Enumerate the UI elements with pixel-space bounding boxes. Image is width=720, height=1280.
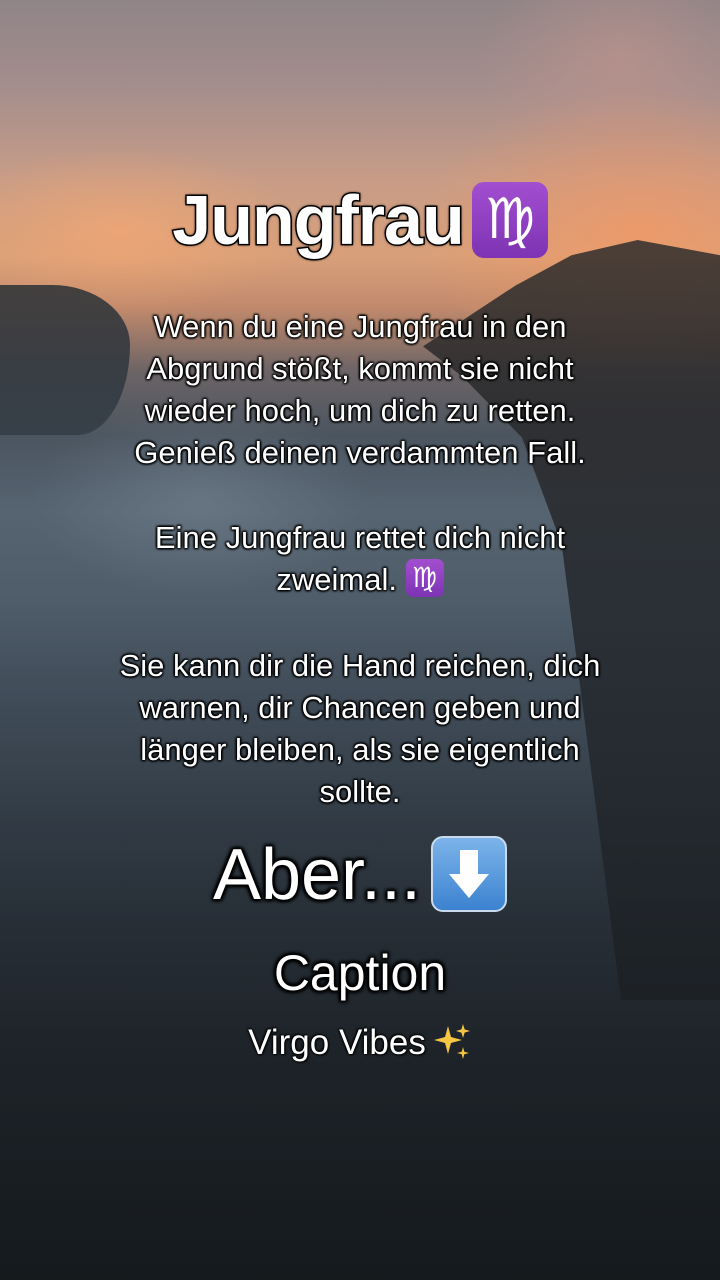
text-line: Abgrund stößt, kommt sie nicht [146,351,574,386]
virgo-zodiac-icon: ♍ [405,558,444,597]
down-arrow-icon [431,835,508,912]
emphasis-line: Aber... [0,830,720,920]
caption-text: Virgo Vibes [248,1023,426,1062]
text-line: zweimal. [276,562,397,597]
emphasis-text: Aber... [212,835,422,915]
text-line: wieder hoch, um dich zu retten. [144,393,576,428]
paragraph-hand-reichen: Sie kann dir die Hand reichen, dich warn… [60,645,660,813]
caption-heading: Caption [273,945,447,1001]
story-text-overlay: Jungfrau ♍ Wenn du eine Jungfrau in den A… [0,0,720,1280]
virgo-zodiac-icon: ♍ [471,181,548,258]
caption-line: Virgo Vibes [0,1018,720,1068]
text-line: sollte. [319,774,401,809]
text-line: Eine Jungfrau rettet dich nicht [154,520,566,555]
text-line: Wenn du eine Jungfrau in den [153,309,567,344]
page-title: Jungfrau ♍ [0,175,720,265]
paragraph-abgrund: Wenn du eine Jungfrau in den Abgrund stö… [60,306,660,474]
sparkles-icon [432,1022,472,1062]
text-line: warnen, dir Chancen geben und [139,690,581,725]
title-text: Jungfrau [171,180,466,261]
text-line-with-icon: zweimal. ♍ [60,558,660,601]
text-line: Sie kann dir die Hand reichen, dich [119,648,601,683]
paragraph-zweimal: Eine Jungfrau rettet dich nicht zweimal.… [60,517,660,601]
text-line: Genieß deinen verdammten Fall. [134,435,586,470]
story-screen: Jungfrau ♍ Wenn du eine Jungfrau in den A… [0,0,720,1280]
text-line: länger bleiben, als sie eigentlich [140,732,580,767]
